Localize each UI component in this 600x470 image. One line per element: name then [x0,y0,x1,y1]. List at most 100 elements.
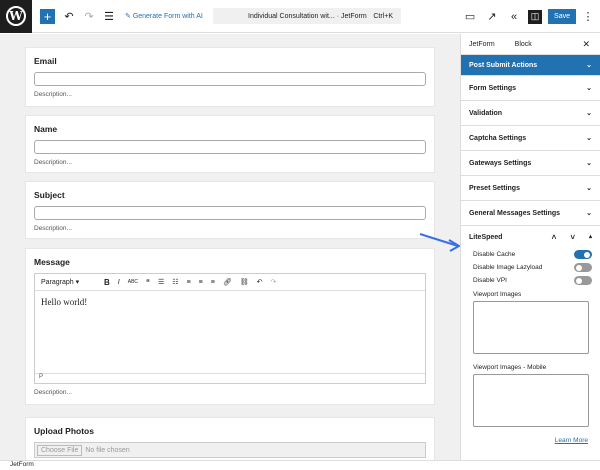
settings-toggle-button[interactable]: ◫ [528,9,543,24]
upload-field-block[interactable]: Upload Photos Choose File No file chosen [25,417,435,460]
editor-toolbar: Paragraph ▾ B I ABC “ ☰ ☷ ≡ ≡ ≡ 🔗︎ ⛓ ↶ ↷ [35,274,425,291]
tab-jetform[interactable]: JetForm [469,41,495,48]
disable-vpi-toggle[interactable] [574,276,592,285]
more-options-icon[interactable]: ⋮ [582,10,594,23]
redo-icon[interactable]: ↷ [271,278,277,286]
collapse-icon[interactable]: ▴ [589,233,592,242]
add-block-button[interactable]: + [40,8,55,24]
unlink-icon[interactable]: ⛓ [240,278,249,286]
file-input[interactable]: Choose File No file chosen [34,442,426,458]
annotation-arrow-icon [419,233,461,252]
viewport-mobile-textarea[interactable] [473,374,589,427]
editor-canvas: Email Description... Name Description...… [0,34,460,460]
panel-preset-settings[interactable]: Preset Settings ⌄ [461,176,600,201]
align-left-icon[interactable]: ≡ [187,279,191,286]
move-up-icon[interactable]: ˄ [552,233,557,242]
email-input[interactable] [34,72,426,86]
chevron-down-icon: ⌄ [586,135,592,142]
blockquote-icon[interactable]: “ [146,278,150,287]
field-label: Upload Photos [34,426,94,436]
numbered-list-icon[interactable]: ☷ [172,278,178,286]
name-input[interactable] [34,140,426,154]
panel-title: LiteSpeed [469,233,503,241]
field-description[interactable]: Description... [34,389,426,396]
option-disable-cache: Disable Cache [469,248,592,261]
link-icon[interactable]: 🔗︎ [223,278,232,286]
option-label: Disable Cache [473,251,516,258]
option-label: Disable VPI [473,277,507,284]
subject-field-block[interactable]: Subject Description... [25,181,435,239]
shortcut: Ctrl+K [373,12,393,20]
option-disable-lazyload: Disable Image Lazyload [469,261,592,274]
command-palette[interactable]: Individual Consultation wit... · JetForm… [213,8,401,24]
option-label: Disable Image Lazyload [473,264,543,271]
document-overview-icon[interactable]: ☰ [103,10,115,23]
option-disable-vpi: Disable VPI [469,274,592,287]
field-description[interactable]: Description... [34,225,426,232]
viewport-images-label: Viewport Images [473,291,522,298]
align-right-icon[interactable]: ≡ [211,279,215,286]
strikethrough-icon[interactable]: ABC [128,279,138,285]
external-view-icon[interactable]: ↗ [486,10,498,23]
wordpress-icon: W [6,6,26,26]
field-label: Email [34,56,57,66]
field-description[interactable]: Description... [34,159,426,166]
disable-cache-toggle[interactable] [574,250,592,259]
panel-title: Validation [469,109,503,117]
format-select[interactable]: Paragraph ▾ [41,278,96,286]
rich-text-editor[interactable]: Paragraph ▾ B I ABC “ ☰ ☷ ≡ ≡ ≡ 🔗︎ ⛓ ↶ ↷ Hello… [34,273,426,384]
panel-title: General Messages Settings [469,209,561,217]
generate-label: Generate Form with AI [132,13,203,20]
field-label: Message [34,257,70,267]
email-field-block[interactable]: Email Description... [25,47,435,107]
subject-input[interactable] [34,206,426,220]
wordpress-logo[interactable]: W [0,0,32,33]
bold-icon[interactable]: B [104,278,110,287]
tab-block[interactable]: Block [515,41,532,48]
panel-general-messages[interactable]: General Messages Settings ⌄ [461,201,600,226]
chevron-down-icon: ⌄ [586,85,592,92]
viewport-images-textarea[interactable] [473,301,589,354]
italic-icon[interactable]: I [118,279,120,286]
message-field-block[interactable]: Message Paragraph ▾ B I ABC “ ☰ ☷ ≡ ≡ ≡ 🔗︎ ⛓ … [25,248,435,405]
learn-more-link[interactable]: Learn More [469,437,592,444]
bullet-list-icon[interactable]: ☰ [158,278,164,286]
post-type: · JetForm [336,12,367,20]
choose-file-button[interactable]: Choose File [37,444,83,456]
element-path: P [35,373,425,383]
chevron-down-icon: ⌄ [586,185,592,192]
panel-title: Captcha Settings [469,134,527,142]
disable-lazyload-toggle[interactable] [574,263,592,272]
panel-title: Post Submit Actions [469,61,538,69]
undo-icon[interactable]: ↶ [63,10,75,23]
field-label: Name [34,124,58,134]
move-down-icon[interactable]: ˅ [570,233,575,242]
breadcrumb[interactable]: JetForm [0,460,600,470]
message-content[interactable]: Hello world! [35,291,425,373]
save-button[interactable]: Save [548,9,576,24]
litespeed-panel: LiteSpeed ˄ ˅ ▴ Disable Cache Disable Imag… [461,226,600,444]
panel-gateways-settings[interactable]: Gateways Settings ⌄ [461,151,600,176]
chevron-down-icon: ⌄ [586,160,592,167]
field-label: Subject [34,190,65,200]
panel-title: Form Settings [469,84,517,92]
doc-title: Individual Consultation wit... [248,12,335,20]
preview-device-icon[interactable]: ▭ [464,10,476,23]
chevron-down-icon: ⌄ [586,62,592,69]
name-field-block[interactable]: Name Description... [25,115,435,173]
undo-icon[interactable]: ↶ [257,278,263,286]
top-toolbar: W + ↶ ↷ ☰ ✎ Generate Form with AI Indivi… [0,0,600,33]
panel-form-settings[interactable]: Form Settings ⌄ [461,76,600,101]
close-icon[interactable]: ✕ [582,39,590,50]
field-description[interactable]: Description... [34,91,426,98]
generate-form-ai-button[interactable]: ✎ Generate Form with AI [125,12,203,20]
collapse-icon[interactable]: « [508,11,520,23]
panel-captcha-settings[interactable]: Captcha Settings ⌄ [461,126,600,151]
redo-icon[interactable]: ↷ [83,10,95,23]
panel-post-submit-actions[interactable]: Post Submit Actions ⌄ [461,55,600,76]
align-center-icon[interactable]: ≡ [199,279,203,286]
panel-title: Gateways Settings [469,159,532,167]
file-status: No file chosen [85,446,130,454]
panel-validation[interactable]: Validation ⌄ [461,101,600,126]
panel-title: Preset Settings [469,184,520,192]
